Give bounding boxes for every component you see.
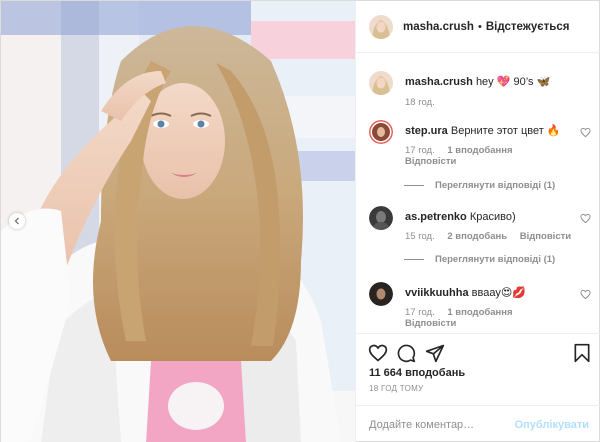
send-icon[interactable]: [425, 343, 445, 363]
comment-time[interactable]: 15 год.: [405, 231, 435, 242]
user-avatar-image: [369, 14, 393, 39]
divider-line: [404, 185, 424, 186]
avatar[interactable]: [369, 206, 393, 230]
comment-username[interactable]: vviikkuuhha: [405, 287, 469, 299]
header-separator: •: [477, 20, 482, 33]
instagram-post: masha.crush • Відстежується masha.crush …: [0, 0, 600, 442]
reply-button[interactable]: Відповісти: [520, 231, 571, 242]
comment-likes[interactable]: 1 вподобання: [447, 307, 512, 318]
user-avatar-image: [369, 282, 393, 306]
comment-item: vviikkuuhha вваау😍💋 17 год. 1 вподобання…: [369, 282, 594, 333]
caption-body: masha.crush hey 💖 90’s 🦋: [405, 75, 580, 90]
view-replies-button[interactable]: Переглянути відповіді (1): [404, 180, 555, 191]
comment-item: as.petrenko Красиво) 15 год. 2 вподобань…: [369, 206, 594, 256]
previous-photo-button[interactable]: [9, 213, 25, 229]
comment-username[interactable]: step.ura: [405, 125, 448, 137]
comment-body: as.petrenko Красиво): [405, 210, 580, 225]
chevron-left-icon: [14, 217, 19, 225]
add-comment-bar: Опублікувати: [356, 405, 600, 442]
comment-time[interactable]: 17 год.: [405, 307, 435, 318]
comment-body: step.ura Верните этот цвет 🔥: [405, 124, 580, 139]
user-avatar-image: [369, 71, 393, 95]
reply-button[interactable]: Відповісти: [405, 318, 456, 329]
heart-icon[interactable]: [368, 343, 388, 363]
comment-likes[interactable]: 2 вподобань: [447, 231, 507, 242]
bookmark-icon[interactable]: [572, 343, 592, 363]
comment-time[interactable]: 17 год.: [405, 145, 435, 156]
heart-icon[interactable]: [580, 213, 591, 224]
butterfly-emoji: 🦋: [536, 76, 551, 88]
caption-meta: 18 год.: [405, 97, 445, 108]
post-side-panel: masha.crush • Відстежується masha.crush …: [355, 1, 600, 442]
publish-button[interactable]: Опублікувати: [515, 419, 589, 431]
following-button[interactable]: Відстежується: [486, 21, 570, 33]
post-timestamp[interactable]: 18 ГОД ТОМУ: [369, 384, 424, 393]
likes-count[interactable]: 11 664 вподобань: [369, 367, 465, 379]
user-avatar-image: [369, 120, 393, 144]
avatar[interactable]: [369, 120, 393, 144]
caption-text-mid: 90’s: [510, 76, 537, 88]
header-username[interactable]: masha.crush: [403, 21, 474, 33]
caption: masha.crush hey 💖 90’s 🦋 18 год.: [369, 71, 594, 111]
reply-button[interactable]: Відповісти: [405, 156, 456, 167]
post-photo[interactable]: [1, 1, 355, 442]
divider-line: [404, 259, 424, 260]
heart-icon[interactable]: [580, 289, 591, 300]
comment-body: vviikkuuhha вваау😍💋: [405, 286, 580, 301]
view-replies-button[interactable]: Переглянути відповіді (1): [404, 254, 555, 265]
comment-likes[interactable]: 1 вподобання: [447, 145, 512, 156]
comment-meta: 17 год. 1 вподобання: [405, 307, 523, 318]
comments-list[interactable]: masha.crush hey 💖 90’s 🦋 18 год. step.ur…: [356, 54, 600, 333]
comment-text: Верните этот цвет 🔥: [450, 125, 561, 137]
comment-meta: 17 год. 1 вподобання: [405, 145, 523, 156]
comment-text: Красиво): [469, 211, 516, 223]
comment-icon[interactable]: [396, 343, 416, 363]
caption-text: hey: [475, 76, 497, 88]
heart-icon[interactable]: [580, 127, 591, 138]
avatar[interactable]: [369, 14, 393, 39]
avatar[interactable]: [369, 282, 393, 306]
avatar[interactable]: [369, 71, 393, 95]
user-avatar-image: [369, 206, 393, 230]
comment-username[interactable]: as.petrenko: [405, 211, 467, 223]
caption-username[interactable]: masha.crush: [405, 76, 473, 88]
comment-input[interactable]: [369, 418, 515, 431]
comment-meta: 15 год. 2 вподобань Відповісти: [405, 231, 581, 242]
comment-text: вваау😍💋: [471, 287, 526, 299]
view-replies-label: Переглянути відповіді (1): [435, 254, 556, 265]
view-replies-label: Переглянути відповіді (1): [435, 180, 556, 191]
post-header: masha.crush • Відстежується: [356, 1, 600, 53]
heart-emoji: 💖: [496, 76, 511, 88]
caption-time[interactable]: 18 год.: [405, 97, 435, 108]
post-image: [1, 1, 355, 442]
